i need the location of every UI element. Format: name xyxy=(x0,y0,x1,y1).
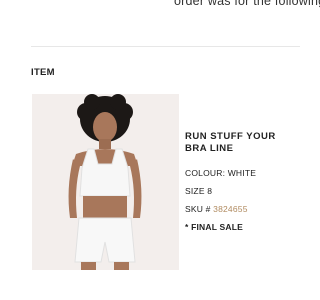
final-sale-note: * FINAL SALE xyxy=(185,222,243,232)
order-intro-text: order was for the following xyxy=(174,0,320,8)
sku-label: SKU # xyxy=(185,204,211,214)
size-value: 8 xyxy=(207,186,213,196)
product-name: RUN STUFF YOUR BRA LINE xyxy=(185,131,276,154)
colour-label: COLOUR: xyxy=(185,168,226,178)
product-sku: SKU # 3824655 xyxy=(185,204,300,214)
size-label: SIZE xyxy=(185,186,205,196)
product-details: RUN STUFF YOUR BRA LINE COLOUR: WHITE SI… xyxy=(185,131,300,240)
section-divider-top xyxy=(31,46,300,47)
colour-value: WHITE xyxy=(227,168,257,178)
sku-value: 3824655 xyxy=(213,204,248,214)
item-section-heading: ITEM xyxy=(31,67,55,78)
product-size: SIZE 8 xyxy=(185,186,300,196)
product-image xyxy=(32,94,179,270)
product-colour: COLOUR: WHITE xyxy=(185,168,300,178)
